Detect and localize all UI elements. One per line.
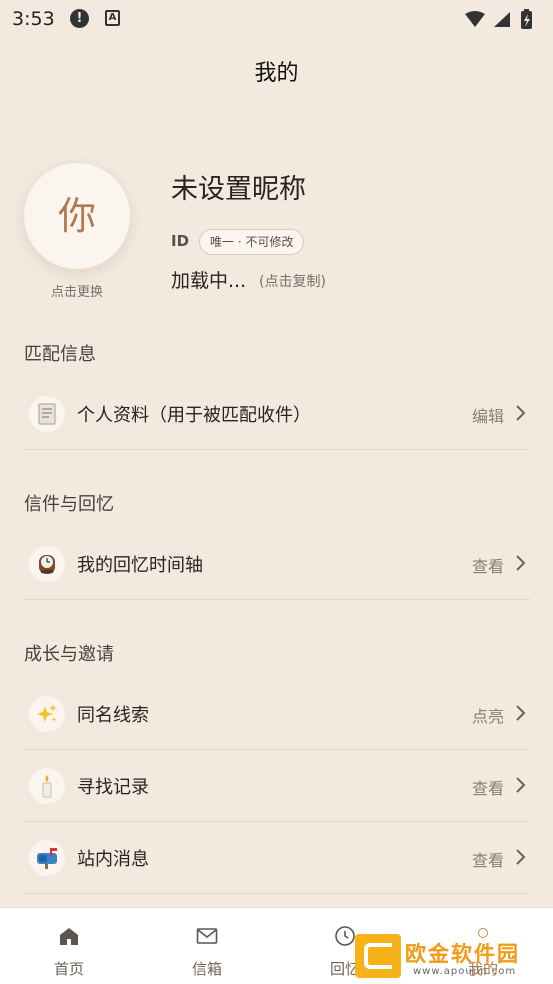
text-input-icon: A <box>105 10 120 26</box>
chevron-right-icon <box>516 849 526 865</box>
nav-item-mailbox[interactable]: 信箱 <box>138 908 276 984</box>
signal-battery-icons <box>465 9 532 29</box>
clock-icon <box>29 546 65 582</box>
id-value[interactable]: 加载中... <box>171 266 246 293</box>
row-label: 寻找记录 <box>77 777 149 798</box>
alert-icon: ! <box>70 9 89 28</box>
row-search-records[interactable]: 寻找记录 查看 <box>24 750 530 822</box>
home-icon <box>60 928 78 945</box>
page-title: 我的 <box>254 61 299 86</box>
chevron-right-icon <box>516 555 526 571</box>
watermark-logo <box>355 934 401 978</box>
row-profile-info[interactable]: 个人资料（用于被匹配收件） 编辑 <box>24 378 530 450</box>
status-bar: 3:53 ! A <box>0 0 553 38</box>
nav-label: 信箱 <box>191 960 222 978</box>
id-label: ID <box>171 232 190 250</box>
row-same-name-clues[interactable]: 同名线索 点亮 <box>24 678 530 750</box>
avatar[interactable]: 你 <box>24 163 130 269</box>
row-label: 站内消息 <box>77 849 149 870</box>
view-action[interactable]: 查看 <box>472 775 504 799</box>
section-title-matching: 匹配信息 <box>24 344 96 365</box>
mail-icon <box>196 928 218 944</box>
chevron-right-icon <box>516 705 526 721</box>
chevron-right-icon <box>516 777 526 793</box>
avatar-change-hint[interactable]: 点击更换 <box>24 281 130 300</box>
row-label: 个人资料（用于被匹配收件） <box>77 405 311 426</box>
edit-action[interactable]: 编辑 <box>472 403 504 427</box>
status-time: 3:53 <box>12 8 55 30</box>
section-title-growth: 成长与邀请 <box>24 644 114 665</box>
row-inbox-messages[interactable]: 站内消息 查看 <box>24 822 530 894</box>
candle-icon <box>29 768 65 804</box>
watermark-text: 欧金软件园 <box>405 942 520 966</box>
section-title-letters: 信件与回忆 <box>24 494 114 515</box>
nav-label: 首页 <box>53 960 84 978</box>
mailbox-icon <box>29 840 65 876</box>
row-memory-timeline[interactable]: 我的回忆时间轴 查看 <box>24 528 530 600</box>
row-label: 我的回忆时间轴 <box>77 555 203 576</box>
document-icon <box>29 396 65 432</box>
view-action[interactable]: 查看 <box>472 553 504 577</box>
id-badge: 唯一 · 不可修改 <box>199 229 305 255</box>
row-label: 同名线索 <box>77 705 149 726</box>
chevron-right-icon <box>516 405 526 421</box>
light-up-action[interactable]: 点亮 <box>472 703 504 727</box>
clock-icon <box>335 926 355 946</box>
view-action[interactable]: 查看 <box>472 847 504 871</box>
watermark-url: www.apoujin.com <box>413 966 517 977</box>
watermark: 欧金软件园 www.apoujin.com <box>355 930 550 982</box>
nav-item-home[interactable]: 首页 <box>0 908 138 984</box>
copy-hint[interactable]: (点击复制) <box>259 271 326 291</box>
nickname[interactable]: 未设置昵称 <box>171 167 306 206</box>
sparkles-icon <box>29 696 65 732</box>
